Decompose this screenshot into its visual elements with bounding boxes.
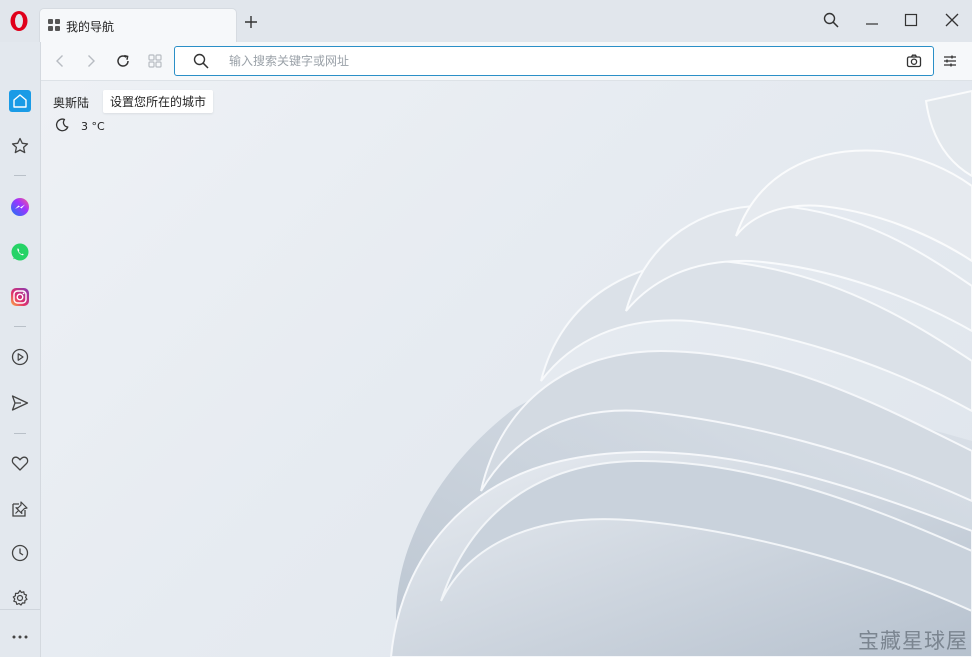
tab-title: 我的导航 bbox=[66, 20, 115, 34]
maximize-icon[interactable] bbox=[903, 12, 919, 28]
title-bar: 我的导航 bbox=[0, 0, 972, 42]
bookmarks-icon[interactable] bbox=[9, 135, 31, 157]
more-icon[interactable] bbox=[9, 626, 31, 648]
tab-my-navigation[interactable]: 我的导航 bbox=[40, 9, 236, 42]
minimize-icon[interactable] bbox=[864, 12, 880, 28]
moon-night-icon bbox=[55, 118, 69, 132]
player-icon[interactable] bbox=[9, 346, 31, 368]
instagram-icon[interactable] bbox=[9, 286, 31, 308]
forward-icon[interactable] bbox=[83, 53, 99, 69]
speed-dial-grid-icon bbox=[48, 19, 60, 31]
settings-icon[interactable] bbox=[9, 587, 31, 609]
reload-icon[interactable] bbox=[115, 53, 131, 69]
new-tab-plus-icon[interactable] bbox=[244, 15, 258, 29]
pinboard-icon[interactable] bbox=[9, 498, 31, 520]
send-icon[interactable] bbox=[9, 392, 31, 414]
easy-setup-icon[interactable] bbox=[942, 53, 958, 69]
home-icon bbox=[13, 94, 27, 108]
wallpaper-bloom bbox=[389, 89, 972, 657]
messenger-icon[interactable] bbox=[9, 196, 31, 218]
address-bar[interactable] bbox=[174, 46, 934, 76]
sidebar bbox=[0, 42, 41, 657]
sidebar-divider bbox=[0, 609, 40, 610]
temperature: 3 °C bbox=[81, 120, 105, 133]
history-icon[interactable] bbox=[9, 542, 31, 564]
whatsapp-icon[interactable] bbox=[9, 241, 31, 263]
address-toolbar bbox=[40, 42, 972, 81]
home-button[interactable] bbox=[9, 90, 31, 112]
camera-icon[interactable] bbox=[906, 53, 922, 69]
tab-overview-icon[interactable] bbox=[147, 53, 163, 69]
back-icon[interactable] bbox=[52, 53, 68, 69]
opera-logo-icon[interactable] bbox=[8, 10, 30, 32]
sidebar-divider bbox=[14, 326, 26, 327]
search-icon bbox=[193, 53, 209, 69]
watermark: 宝藏星球屋 bbox=[858, 629, 968, 653]
sidebar-divider bbox=[14, 175, 26, 176]
search-input[interactable] bbox=[227, 50, 891, 72]
favorites-heart-icon[interactable] bbox=[9, 452, 31, 474]
speed-dial-page: 奥斯陆 设置您所在的城市 3 °C 宝藏星球屋 bbox=[41, 81, 972, 657]
close-icon[interactable] bbox=[944, 12, 960, 28]
set-city-tooltip: 设置您所在的城市 bbox=[103, 90, 214, 113]
weather-city[interactable]: 奥斯陆 bbox=[53, 94, 89, 111]
search-tabs-icon[interactable] bbox=[823, 12, 839, 28]
sidebar-divider bbox=[14, 433, 26, 434]
